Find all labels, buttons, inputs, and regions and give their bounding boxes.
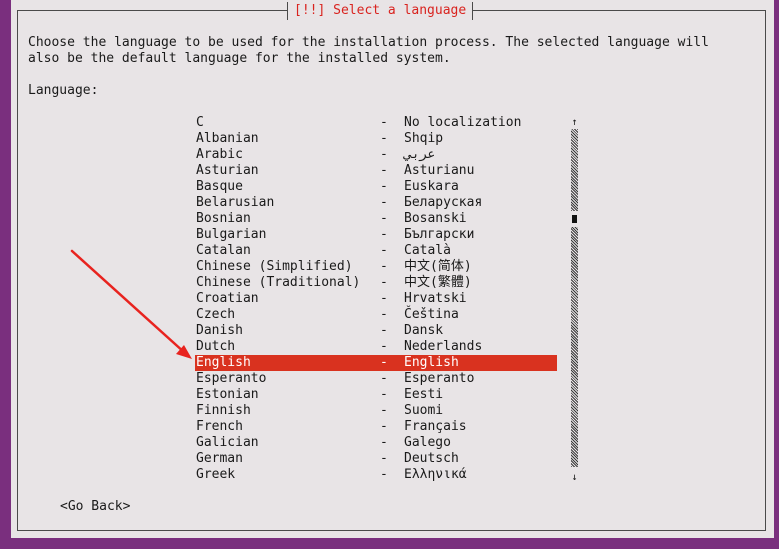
installer-screen: [!!] Select a language Choose the langua… [0,0,779,549]
annotation-arrow-icon [70,249,192,359]
